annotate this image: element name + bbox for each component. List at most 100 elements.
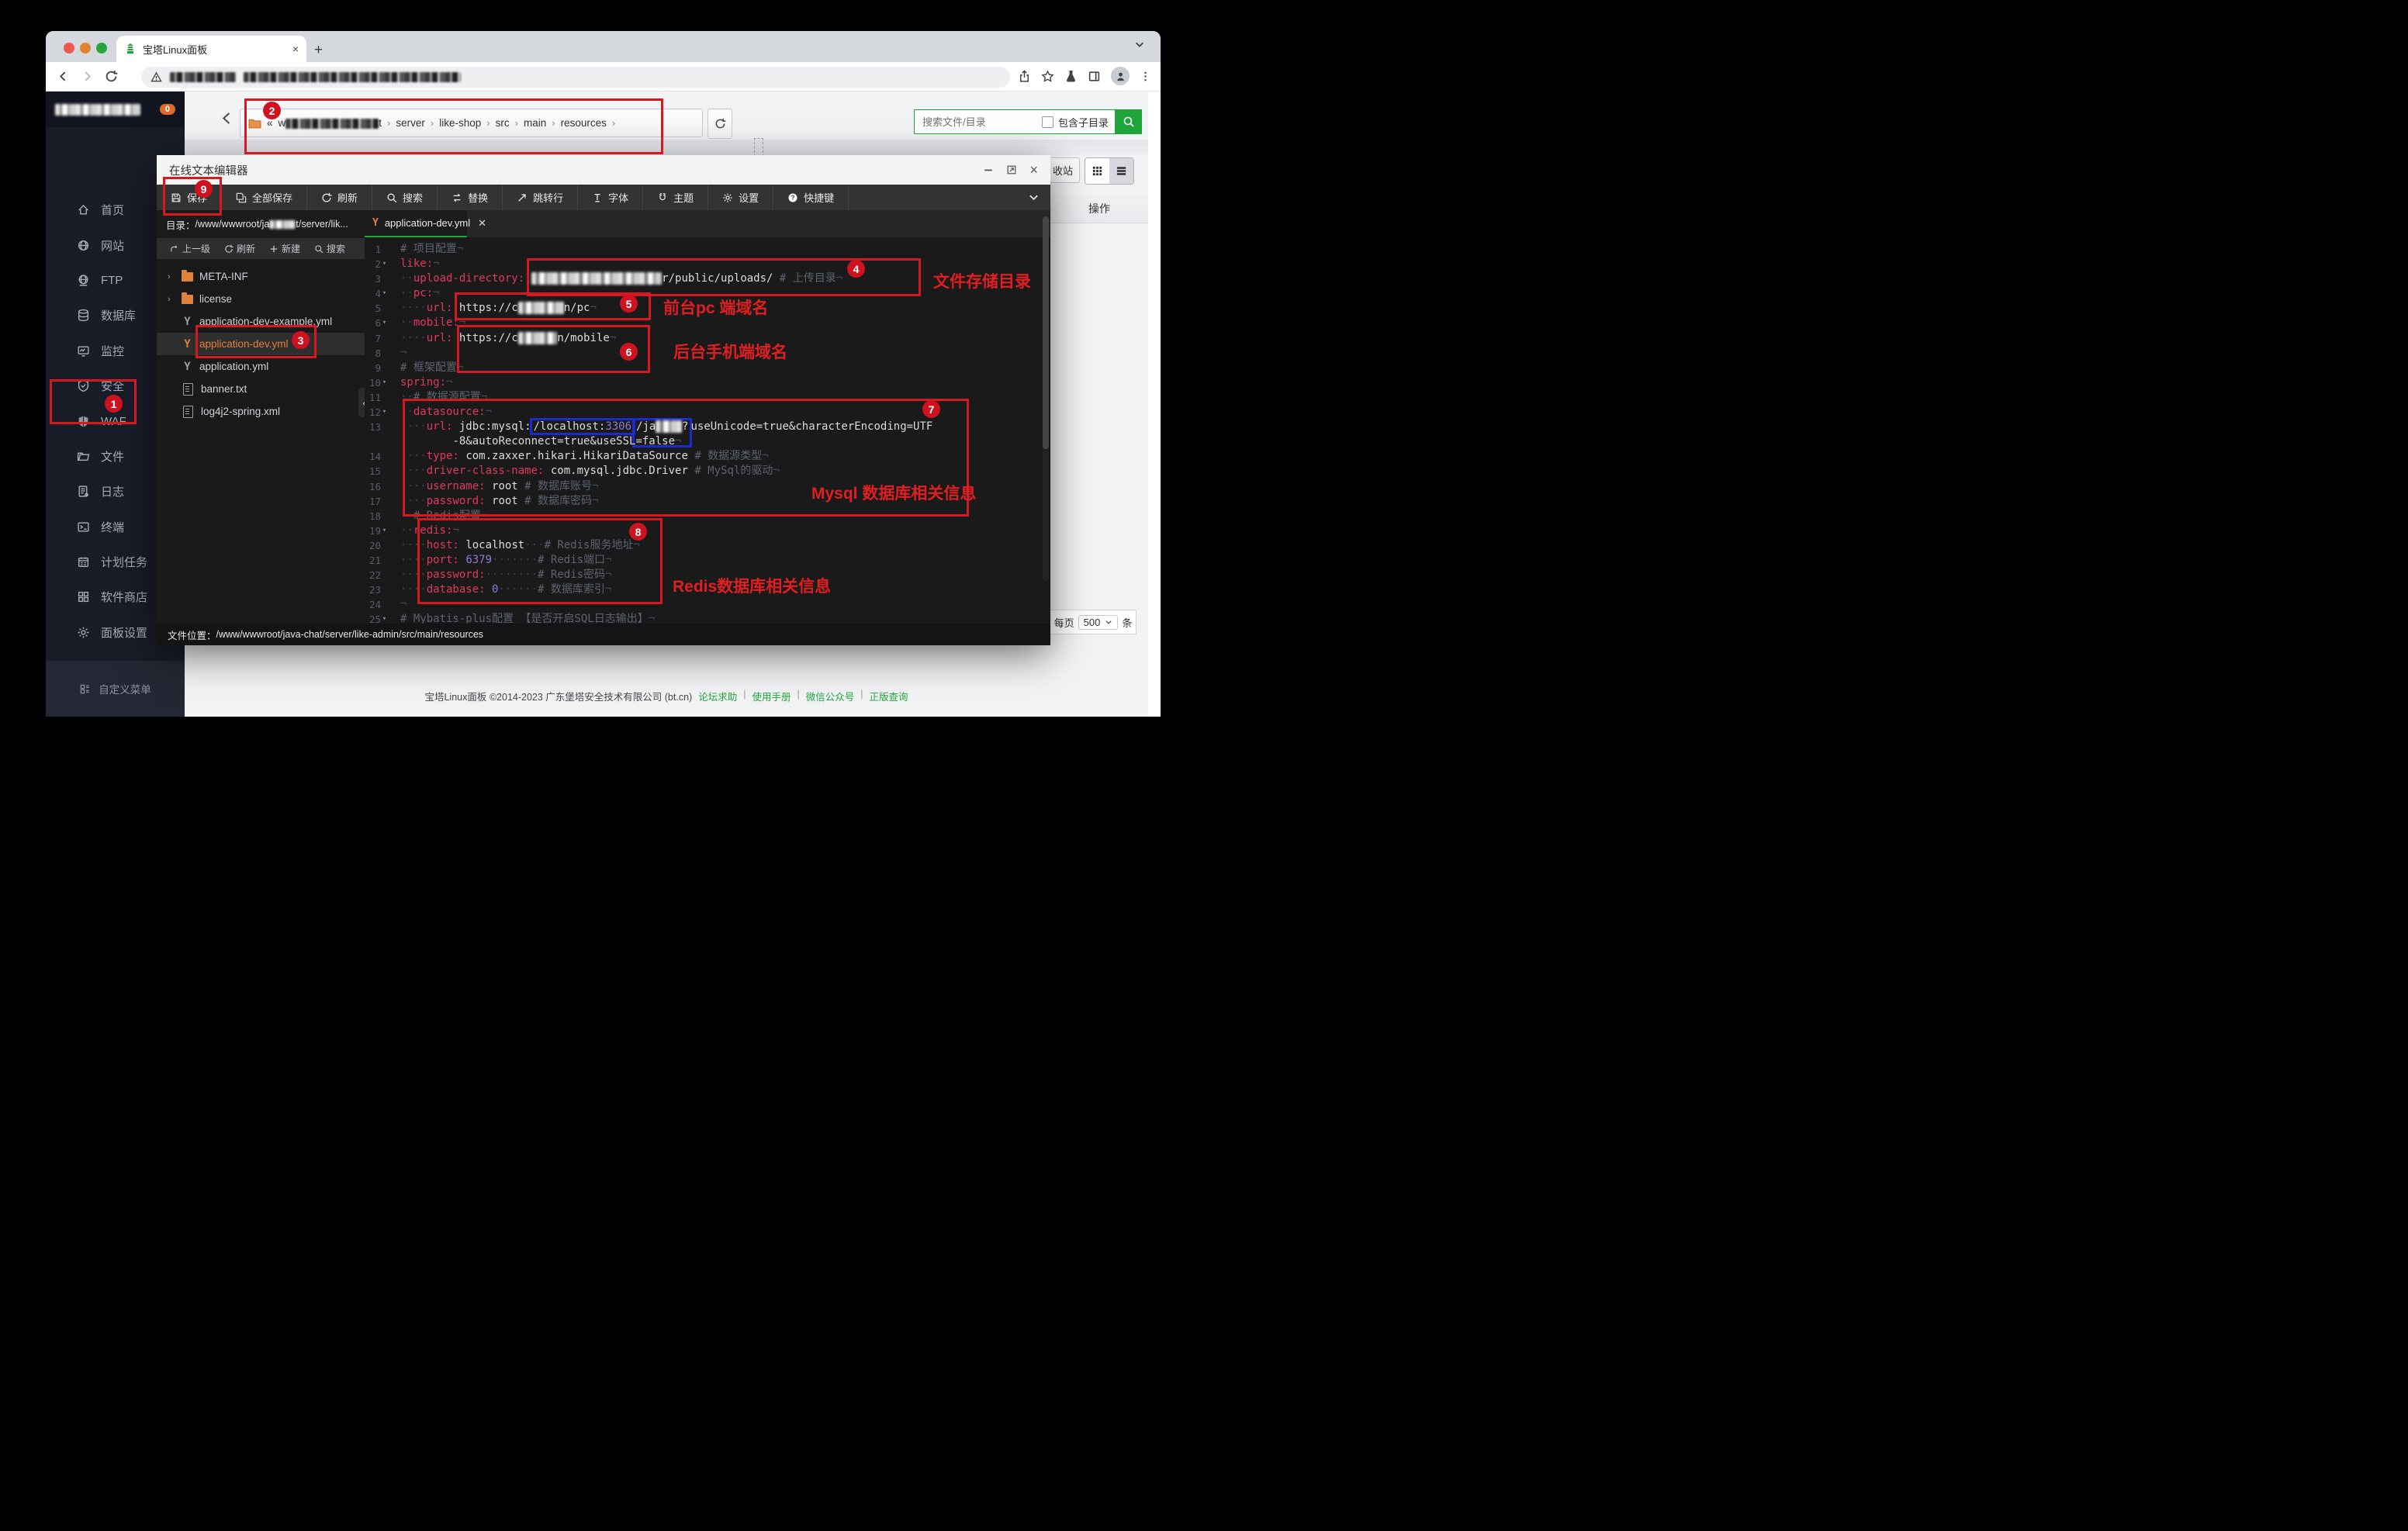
breadcrumb-collapse[interactable]: «	[267, 117, 273, 129]
editor-scrollbar[interactable]	[1043, 216, 1049, 581]
grid-view-icon[interactable]	[1085, 158, 1109, 184]
editor-tool-设置[interactable]: 设置	[708, 185, 773, 210]
editor-tool-字体[interactable]: 字体	[578, 185, 643, 210]
editor-tool-搜索[interactable]: 搜索	[372, 185, 438, 210]
minimize-icon[interactable]	[983, 164, 994, 175]
fold-marker-icon[interactable]: ▾	[381, 405, 388, 420]
traffic-light-minimize[interactable]	[80, 43, 91, 54]
include-subdir-checkbox[interactable]	[1042, 116, 1054, 128]
breadcrumb-root[interactable]: wt	[279, 117, 382, 129]
tree-tool-搜索[interactable]: 搜索	[309, 242, 351, 255]
tree-item-log4j2-spring.xml[interactable]: log4j2-spring.xml	[157, 400, 365, 423]
line-number: 21	[365, 553, 381, 568]
code-line-4: 4▾··pc:¬	[365, 286, 1050, 301]
extension-flask-icon[interactable]	[1064, 70, 1078, 83]
breadcrumb-segment-main[interactable]: main	[524, 117, 546, 129]
fold-marker-icon[interactable]: ▾	[381, 612, 388, 624]
footer-link-使用手册[interactable]: 使用手册	[752, 689, 791, 703]
breadcrumb-segment-like-shop[interactable]: like-shop	[439, 117, 481, 129]
recycle-bin-button[interactable]: 收站	[1046, 157, 1080, 183]
footer-link-论坛求助[interactable]: 论坛求助	[698, 689, 737, 703]
	[381, 538, 388, 553]
editor-tool-跳转行[interactable]: 跳转行	[503, 185, 578, 210]
search-button[interactable]	[1116, 109, 1142, 134]
sidebar-item-label: FTP	[101, 274, 123, 287]
tab-title: 宝塔Linux面板	[143, 42, 286, 57]
search-input[interactable]	[921, 116, 1037, 129]
sidebar-item-custom-menu[interactable]: 自定义菜单	[46, 661, 185, 717]
fold-marker-icon[interactable]: ▾	[381, 524, 388, 538]
file-search: 包含子目录	[914, 109, 1116, 134]
crumb-back-icon[interactable]	[220, 111, 234, 126]
breadcrumb-segment-src[interactable]: src	[496, 117, 510, 129]
back-icon[interactable]	[57, 70, 70, 83]
	[381, 361, 388, 375]
reload-icon[interactable]	[105, 70, 118, 83]
close-icon[interactable]: ×	[1029, 163, 1038, 177]
share-icon[interactable]	[1018, 70, 1031, 83]
editor-tool-保存[interactable]: 保存	[157, 185, 222, 210]
tree-item-license[interactable]: ›license	[157, 288, 365, 310]
save-icon	[171, 192, 182, 203]
footer-link-微信公众号[interactable]: 微信公众号	[806, 689, 855, 703]
refresh-icon	[321, 192, 332, 203]
code-area[interactable]: 1# 项目配置¬2▾like:¬3··upload-directory: r/p…	[365, 237, 1050, 624]
editor-column: Y application-dev.yml ✕ 1# 项目配置¬2▾like:¬…	[365, 210, 1050, 624]
editor-tool-label: 跳转行	[533, 190, 563, 205]
traffic-light-close[interactable]	[64, 43, 74, 54]
tree-expand-chevron-icon[interactable]: ›	[168, 272, 175, 282]
fold-marker-icon[interactable]: ▾	[381, 257, 388, 271]
toolbar-chevron-down-icon[interactable]	[1017, 185, 1050, 210]
tree-tool-上一级[interactable]: 上一级	[164, 242, 216, 255]
tree-item-banner.txt[interactable]: banner.txt	[157, 378, 365, 400]
tab-strip-chevron-icon[interactable]	[1134, 39, 1145, 50]
message-count-badge[interactable]: 0	[160, 104, 175, 115]
tree-tool-刷新[interactable]: 刷新	[219, 242, 261, 255]
tree-item-META-INF[interactable]: ›META-INF	[157, 265, 365, 288]
fold-marker-icon[interactable]: ▾	[381, 316, 388, 330]
editor-tool-label: 快捷键	[804, 190, 834, 205]
code-line-18: 18··# Redis配置¬	[365, 509, 1050, 524]
breadcrumb-segment-server[interactable]: server	[396, 117, 425, 129]
line-number: 22	[365, 568, 381, 582]
editor-tool-主题[interactable]: 主题	[643, 185, 708, 210]
crumb-refresh-button[interactable]	[708, 109, 732, 139]
editor-tool-全部保存[interactable]: 全部保存	[222, 185, 307, 210]
tree-item-application.yml[interactable]: Yapplication.yml	[157, 355, 365, 378]
traffic-light-zoom[interactable]	[96, 43, 107, 54]
fold-marker-icon[interactable]: ▾	[381, 286, 388, 301]
tree-item-label: application-dev-example.yml	[199, 316, 332, 327]
editor-tab-close-icon[interactable]: ✕	[478, 217, 486, 230]
avatar[interactable]	[1111, 67, 1130, 85]
tab-close-icon[interactable]: ×	[292, 43, 299, 55]
shortcut-icon: ?	[787, 192, 798, 203]
editor-tool-替换[interactable]: 替换	[438, 185, 503, 210]
fold-marker-icon[interactable]: ▾	[381, 375, 388, 390]
scrollbar-thumb[interactable]	[1043, 216, 1049, 449]
tree-item-application-dev.yml[interactable]: Yapplication-dev.yml	[157, 333, 365, 355]
redacted-text	[518, 332, 558, 344]
new-tab-button[interactable]: +	[314, 42, 323, 59]
breadcrumb-segment-resources[interactable]: resources	[561, 117, 607, 129]
sidebar-toggle-icon[interactable]	[1088, 70, 1101, 83]
per-page-select[interactable]: 500	[1078, 615, 1119, 630]
editor-tab-application-dev[interactable]: Y application-dev.yml ✕	[365, 210, 467, 237]
forward-icon[interactable]	[81, 70, 94, 83]
security-icon	[77, 379, 90, 392]
file-panel: 目录：/www/wwwroot/jat/server/lik... 上一级刷新新…	[157, 210, 365, 624]
browser-tab[interactable]: 宝塔Linux面板 ×	[116, 36, 306, 62]
sidebar-item-label: 日志	[101, 483, 124, 499]
sidebar-item-label: 面板设置	[101, 624, 147, 641]
editor-tool-快捷键[interactable]: ? 快捷键	[773, 185, 849, 210]
tree-tool-新建[interactable]: 新建	[264, 242, 306, 255]
maximize-icon[interactable]	[1006, 164, 1017, 175]
tree-item-application-dev-example.yml[interactable]: Yapplication-dev-example.yml	[157, 310, 365, 333]
tree-expand-chevron-icon[interactable]: ›	[168, 295, 175, 304]
url-bar[interactable]	[141, 67, 1010, 88]
kebab-menu-icon[interactable]	[1140, 71, 1151, 82]
footer-link-正版查询[interactable]: 正版查询	[870, 689, 908, 703]
list-view-icon[interactable]	[1109, 158, 1133, 184]
search-icon	[314, 244, 323, 254]
editor-tool-刷新[interactable]: 刷新	[307, 185, 372, 210]
bookmark-star-icon[interactable]	[1041, 70, 1054, 83]
